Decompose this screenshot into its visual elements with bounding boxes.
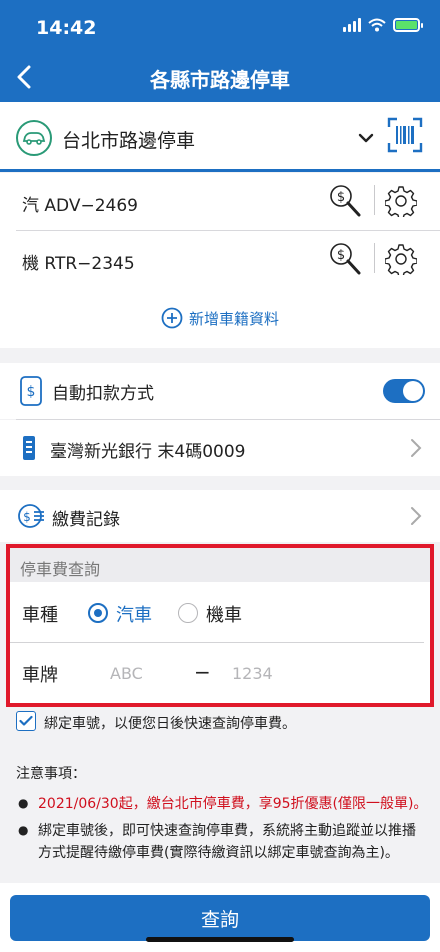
status-time: 14:42 (36, 17, 97, 39)
city-label: 台北市路邊停車 (62, 130, 196, 152)
page-title: 各縣市路邊停車 (150, 68, 290, 92)
gear-icon[interactable] (385, 243, 417, 275)
plate-prefix-input[interactable] (110, 658, 190, 688)
plate-number-input[interactable] (232, 658, 332, 688)
bind-plate-checkbox[interactable] (16, 711, 36, 731)
chevron-down-icon[interactable] (356, 128, 376, 148)
auto-payment-row: $ 自動扣款方式 (0, 363, 440, 419)
radio-motorcycle[interactable] (178, 603, 198, 623)
search-fee-icon[interactable]: $ (328, 241, 362, 277)
plate-label: 車牌 (22, 665, 58, 686)
plus-circle-icon (161, 307, 183, 329)
vehicle-row[interactable]: 機 RTR−2345 $ (0, 231, 440, 289)
notes-section: 注意事項： 2021/06/30起，繳台北市停車費，享95折優惠(僅限一般單)。… (16, 764, 428, 871)
chevron-right-icon (411, 507, 422, 525)
app-header: 14:42 各縣市路邊停車 (0, 0, 440, 102)
vehicle-row[interactable]: 汽 ADV−2469 $ (0, 173, 440, 231)
bind-plate-option: 綁定車號，以便您日後快速查詢停車費。 (16, 710, 436, 736)
check-icon (19, 715, 33, 726)
payment-records-label: 繳費記錄 (52, 510, 120, 530)
radio-car-label[interactable]: 汽車 (116, 601, 152, 627)
gear-icon[interactable] (385, 185, 417, 217)
note-item: 2021/06/30起，繳台北市停車費，享95折優惠(僅限一般單)。 (16, 794, 428, 816)
status-icons (343, 18, 423, 32)
svg-text:$: $ (23, 510, 31, 524)
wifi-icon (368, 18, 386, 32)
auto-pay-icon: $ (20, 376, 42, 406)
query-title: 停車費查詢 (20, 560, 101, 579)
svg-text:$: $ (27, 384, 36, 400)
divider (374, 243, 375, 273)
signal-icon (343, 18, 361, 32)
vehicle-plate: 汽 ADV−2469 (22, 196, 138, 216)
city-selector[interactable]: 台北市路邊停車 (0, 102, 440, 172)
payment-records-row[interactable]: $ 繳費記錄 (0, 490, 440, 542)
add-vehicle-button[interactable]: 新增車籍資料 (0, 288, 440, 348)
divider (374, 185, 375, 215)
note-item: 綁定車號後，即可快速查詢停車費，系統將主動追蹤並以推播方式提醒待繳停車費(實際待… (16, 821, 428, 864)
add-vehicle-label: 新增車籍資料 (188, 309, 279, 328)
query-header: 停車費查詢 (10, 548, 430, 582)
battery-icon (393, 18, 423, 32)
search-fee-icon[interactable]: $ (328, 183, 362, 219)
payment-record-icon: $ (18, 504, 44, 528)
divider (10, 642, 424, 643)
radio-motorcycle-label[interactable]: 機車 (206, 601, 242, 627)
vehicle-plate: 機 RTR−2345 (22, 254, 135, 274)
home-indicator (146, 937, 294, 942)
car-icon (16, 120, 52, 156)
auto-payment-toggle[interactable] (383, 379, 425, 403)
plate-dash: − (194, 660, 211, 684)
svg-text:$: $ (337, 190, 345, 205)
radio-car[interactable] (88, 603, 108, 623)
barcode-scan-icon[interactable] (387, 117, 423, 153)
bank-account-row[interactable]: 臺灣新光銀行 末4碼0009 (0, 420, 440, 476)
vehicle-type-label: 車種 (22, 605, 58, 626)
svg-text:$: $ (337, 248, 345, 263)
notes-title: 注意事項： (16, 766, 86, 782)
bind-plate-label: 綁定車號，以便您日後快速查詢停車費。 (44, 716, 296, 732)
chevron-right-icon (411, 439, 422, 457)
bank-card-icon (23, 436, 35, 460)
parking-fee-query-panel: 停車費查詢 車種 汽車 機車 車牌 − (6, 544, 434, 707)
auto-payment-label: 自動扣款方式 (52, 384, 154, 404)
query-button[interactable]: 查詢 (10, 895, 430, 941)
bank-label: 臺灣新光銀行 末4碼0009 (50, 442, 246, 462)
